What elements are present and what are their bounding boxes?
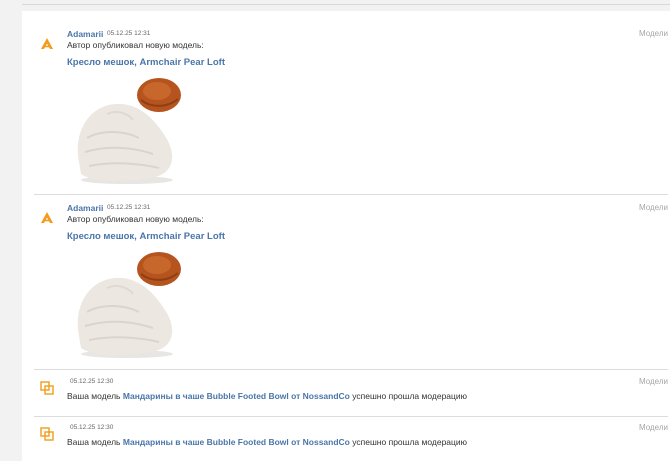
timestamp: 05.12.25 12:30 — [70, 378, 114, 385]
feed-item-publish: Adamarii 05.12.25 12:31 Модели Автор опу… — [34, 203, 668, 363]
moderation-message: Ваша модель Мандарины в чаше Bubble Foot… — [67, 391, 467, 401]
category-label[interactable]: Модели — [639, 377, 668, 386]
category-label[interactable]: Модели — [639, 203, 668, 212]
artist-logo-icon — [41, 212, 53, 223]
message-suffix: успешно прошла модерацию — [352, 391, 468, 401]
item-divider — [34, 369, 668, 370]
feed-item-moderation: 05.12.25 12:30 Модели Ваша модель Мандар… — [34, 421, 668, 461]
top-divider — [22, 0, 670, 5]
author-link[interactable]: Adamarii — [67, 29, 103, 39]
item-divider — [34, 416, 668, 417]
notification-feed: Adamarii 05.12.25 12:31 Модели Автор опу… — [22, 11, 670, 461]
timestamp: 05.12.25 12:30 — [70, 424, 114, 431]
category-label[interactable]: Модели — [639, 29, 668, 38]
action-text: Автор опубликовал новую модель: — [67, 40, 204, 50]
artist-logo-icon — [41, 38, 53, 49]
action-text: Автор опубликовал новую модель: — [67, 214, 204, 224]
moderation-icon — [40, 427, 54, 441]
message-prefix: Ваша модель — [67, 437, 121, 447]
message-suffix: успешно прошла модерацию — [352, 437, 468, 447]
message-prefix: Ваша модель — [67, 391, 121, 401]
timestamp: 05.12.25 12:31 — [107, 204, 151, 211]
item-divider — [34, 194, 668, 195]
feed-item-moderation: 05.12.25 12:30 Модели Ваша модель Мандар… — [34, 375, 668, 415]
category-label[interactable]: Модели — [639, 423, 668, 432]
model-link[interactable]: Кресло мешок, Armchair Pear Loft — [67, 57, 225, 68]
moderation-message: Ваша модель Мандарины в чаше Bubble Foot… — [67, 437, 467, 447]
author-link[interactable]: Adamarii — [67, 203, 103, 213]
beanbag-chair-thumbnail[interactable] — [67, 248, 182, 360]
model-link[interactable]: Мандарины в чаше Bubble Footed Bowl от N… — [123, 391, 350, 401]
model-link[interactable]: Кресло мешок, Armchair Pear Loft — [67, 231, 225, 242]
timestamp: 05.12.25 12:31 — [107, 30, 151, 37]
model-link[interactable]: Мандарины в чаше Bubble Footed Bowl от N… — [123, 437, 350, 447]
beanbag-chair-thumbnail[interactable] — [67, 74, 182, 186]
moderation-icon — [40, 381, 54, 395]
feed-item-publish: Adamarii 05.12.25 12:31 Модели Автор опу… — [34, 29, 668, 189]
